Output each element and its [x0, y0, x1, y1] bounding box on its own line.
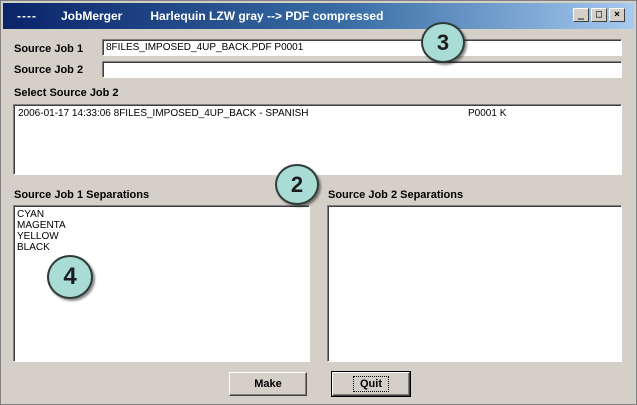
title-bar[interactable]: ---- JobMerger Harlequin LZW gray --> PD…	[3, 3, 634, 29]
source-job-2-label: Source Job 2	[14, 64, 84, 76]
title-dashes: ----	[17, 9, 37, 23]
list-item[interactable]: BLACK	[14, 242, 309, 253]
source-job-1-field[interactable]: 8FILES_IMPOSED_4UP_BACK.PDF P0001	[102, 39, 622, 56]
quit-button-label: Quit	[353, 376, 389, 392]
source-job-2-separations-label: Source Job 2 Separations	[328, 189, 464, 201]
callout-3: 3	[421, 22, 465, 63]
quit-button[interactable]: Quit	[331, 371, 411, 397]
window-title: Harlequin LZW gray --> PDF compressed	[150, 9, 384, 23]
callout-2: 2	[275, 164, 319, 205]
list-item[interactable]: YELLOW	[14, 231, 309, 242]
app-name: JobMerger	[61, 9, 123, 23]
jobmerger-window: ---- JobMerger Harlequin LZW gray --> PD…	[0, 0, 637, 405]
list-item[interactable]: MAGENTA	[14, 220, 309, 231]
make-button-label: Make	[254, 378, 282, 390]
source-job-2-listbox[interactable]: 2006-01-17 14:33:06 8FILES_IMPOSED_4UP_B…	[13, 104, 622, 175]
list-item[interactable]: CYAN	[14, 209, 309, 220]
list-item[interactable]: 2006-01-17 14:33:06 8FILES_IMPOSED_4UP_B…	[14, 108, 621, 120]
job-date-name: 2006-01-17 14:33:06 8FILES_IMPOSED_4UP_B…	[18, 108, 309, 119]
source-job-1-separations-label: Source Job 1 Separations	[14, 189, 150, 201]
make-button[interactable]: Make	[229, 372, 307, 396]
source-job-2-separations-list[interactable]	[327, 205, 622, 362]
callout-4: 4	[47, 255, 93, 299]
minimize-button[interactable]: _	[573, 8, 589, 22]
source-job-1-label: Source Job 1	[14, 43, 84, 55]
source-job-2-field[interactable]	[102, 61, 622, 78]
select-source-job-2-label: Select Source Job 2	[14, 87, 119, 99]
window-controls: _ □ ×	[573, 8, 625, 22]
job-page-separation: P0001 K	[468, 108, 507, 119]
maximize-button[interactable]: □	[591, 8, 607, 22]
close-button[interactable]: ×	[609, 8, 625, 22]
